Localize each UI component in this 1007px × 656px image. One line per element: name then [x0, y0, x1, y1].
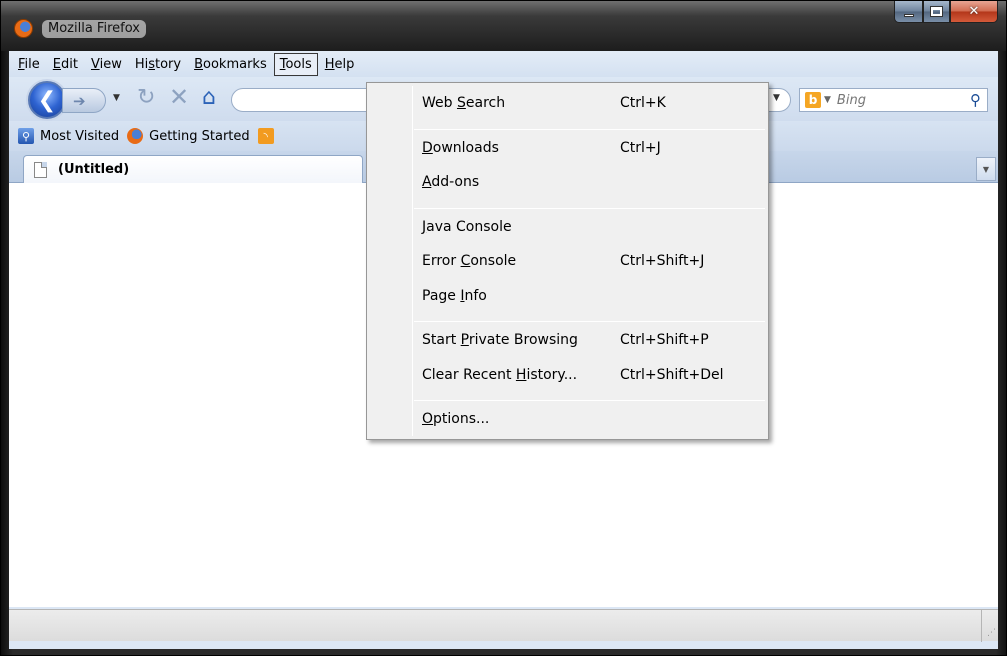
url-dropdown-icon[interactable]: ▼: [773, 93, 780, 103]
bookmark-label: Most Visited: [40, 128, 120, 144]
forward-button[interactable]: ➔: [62, 88, 106, 113]
menu-item-add-ons[interactable]: Add-ons: [422, 169, 758, 195]
title-bar[interactable]: Mozilla Firefox ✕: [1, 1, 1006, 51]
menu-bar: File Edit View History Bookmarks Tools Help: [9, 51, 998, 77]
menu-item-label: Add-ons: [422, 174, 480, 190]
menu-item-web-search[interactable]: Web Search Ctrl+K: [422, 90, 758, 116]
bookmark-label: Getting Started: [149, 128, 250, 144]
status-bar: ⋰: [9, 609, 998, 642]
menu-item-shortcut: Ctrl+J: [620, 139, 661, 156]
minimize-button[interactable]: [894, 1, 923, 23]
menu-history[interactable]: History: [129, 53, 187, 76]
menu-separator: [414, 128, 765, 130]
menu-separator: [414, 321, 765, 322]
menu-item-label: Start Private Browsing: [422, 332, 578, 348]
most-visited-icon: ⚲: [18, 128, 34, 144]
bookmark-most-visited[interactable]: ⚲ Most Visited: [18, 128, 119, 144]
menu-item-clear-recent-history[interactable]: Clear Recent History... Ctrl+Shift+Del: [422, 362, 758, 388]
back-button[interactable]: ❮: [28, 81, 66, 119]
window-title: Mozilla Firefox: [42, 20, 146, 38]
menu-item-label: Clear Recent History...: [422, 366, 578, 383]
menu-item-start-private-browsing[interactable]: Start Private Browsing Ctrl+Shift+P: [422, 327, 758, 353]
menu-separator: [414, 207, 765, 209]
stop-icon[interactable]: ✕: [169, 83, 189, 111]
menu-file[interactable]: File: [12, 53, 46, 76]
firefox-icon: [14, 19, 33, 38]
close-icon: ✕: [968, 4, 980, 19]
menu-item-shortcut: Ctrl+Shift+J: [620, 253, 705, 269]
menu-icon-gutter: [412, 86, 413, 436]
history-dropdown-icon[interactable]: ▼: [113, 93, 120, 103]
menu-edit[interactable]: Edit: [47, 53, 84, 76]
list-all-tabs-button[interactable]: ▼: [976, 157, 996, 181]
search-engine-dropdown-icon[interactable]: ▼: [824, 95, 831, 105]
home-icon[interactable]: ⌂: [202, 85, 216, 110]
window-controls: ✕: [894, 1, 998, 23]
tab-untitled[interactable]: (Untitled): [23, 155, 363, 183]
rss-icon: ◝: [257, 128, 274, 144]
magnifier-icon[interactable]: ⚲: [970, 91, 981, 109]
menu-item-java-console[interactable]: Java Console: [422, 214, 758, 240]
menu-item-shortcut: Ctrl+K: [620, 95, 666, 111]
resize-grip-icon[interactable]: ⋰: [987, 628, 996, 638]
menu-item-label: Web Search: [422, 95, 506, 111]
search-input[interactable]: Bing: [837, 93, 970, 108]
menu-item-shortcut: Ctrl+Shift+Del: [620, 366, 724, 383]
menu-item-label: Java Console: [422, 218, 512, 235]
bookmark-rss[interactable]: ◝: [257, 128, 280, 144]
menu-item-shortcut: Ctrl+Shift+P: [620, 332, 709, 348]
close-button[interactable]: ✕: [950, 1, 998, 23]
forward-arrow-icon: ➔: [73, 91, 86, 110]
menu-item-label: Downloads: [422, 139, 499, 156]
maximize-button[interactable]: [923, 1, 950, 23]
minimize-icon: [903, 13, 914, 17]
menu-item-label: Error Console: [422, 253, 517, 269]
menu-view[interactable]: View: [85, 53, 128, 76]
menu-item-label: Page Info: [422, 287, 487, 304]
reload-icon[interactable]: ↻: [137, 85, 155, 110]
menu-item-downloads[interactable]: Downloads Ctrl+J: [422, 135, 758, 161]
menu-tools[interactable]: Tools: [273, 52, 318, 76]
bing-icon[interactable]: b: [805, 92, 821, 108]
menu-separator: [414, 400, 765, 401]
menu-bookmarks[interactable]: Bookmarks: [188, 53, 273, 76]
menu-item-options[interactable]: Options...: [422, 406, 758, 432]
status-divider: [981, 610, 982, 642]
chevron-down-icon: ▼: [982, 164, 990, 174]
page-icon: [34, 161, 47, 178]
menu-help[interactable]: Help: [319, 53, 361, 76]
back-arrow-icon: ❮: [37, 87, 57, 113]
menu-item-error-console[interactable]: Error Console Ctrl+Shift+J: [422, 248, 758, 274]
firefox-icon: [127, 128, 144, 144]
menu-item-page-info[interactable]: Page Info: [422, 283, 758, 309]
bookmark-getting-started[interactable]: Getting Started: [127, 128, 250, 144]
maximize-icon: [930, 6, 943, 17]
tab-title: (Untitled): [58, 162, 130, 177]
search-box[interactable]: b ▼ Bing ⚲: [799, 88, 988, 112]
tools-menu: Web Search Ctrl+K Downloads Ctrl+J Add-ons Ja…: [366, 82, 769, 440]
menu-item-label: Options...: [422, 411, 490, 427]
